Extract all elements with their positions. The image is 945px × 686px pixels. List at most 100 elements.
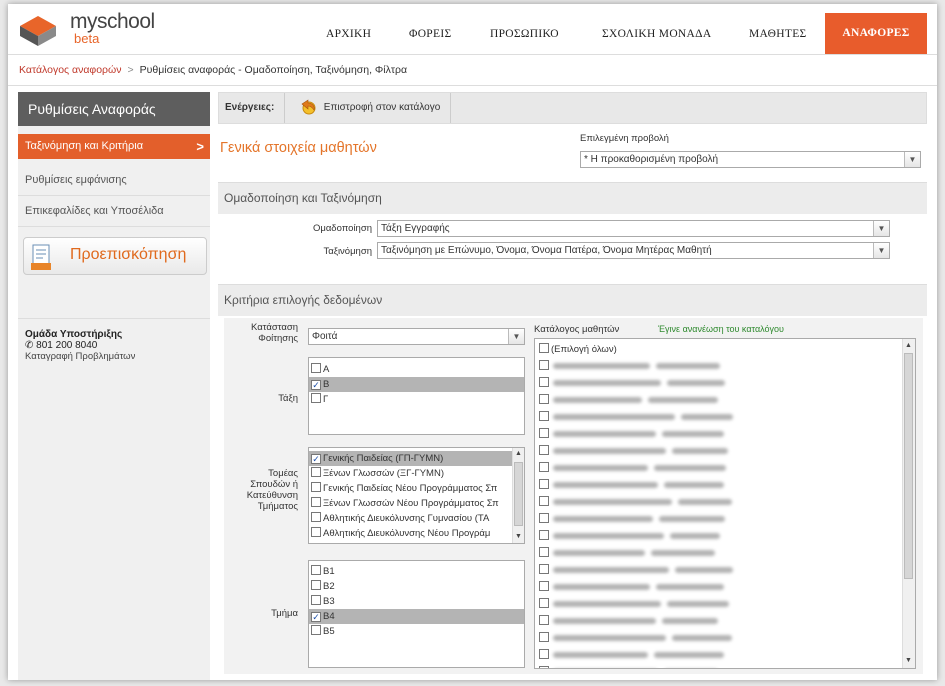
student-item[interactable] <box>537 613 901 630</box>
list-item[interactable]: ✓ Β4 <box>309 609 524 624</box>
student-item[interactable] <box>537 630 901 647</box>
list-item[interactable]: ✓ Γενικής Παιδείας (ΓΠ-ΓΥΜΝ) <box>309 451 513 466</box>
checkbox[interactable] <box>311 467 321 477</box>
nav-school-unit[interactable]: ΣΧΟΛΙΚΗ ΜΟΝΑΔΑ <box>602 14 711 54</box>
checkbox-checked[interactable]: ✓ <box>311 612 321 622</box>
list-item[interactable]: Α <box>309 362 524 377</box>
checkbox[interactable] <box>539 377 549 387</box>
checkbox[interactable] <box>539 649 549 659</box>
sector-listbox[interactable]: ✓ Γενικής Παιδείας (ΓΠ-ΓΥΜΝ) Ξένων Γλωσσώ… <box>308 447 525 544</box>
student-item[interactable] <box>537 647 901 664</box>
checkbox[interactable] <box>539 360 549 370</box>
nav-students[interactable]: ΜΑΘΗΤΕΣ <box>749 14 807 54</box>
checkbox[interactable] <box>539 530 549 540</box>
status-select[interactable]: Φοιτά ▼ <box>308 328 525 345</box>
section-listbox[interactable]: Β1 Β2 Β3 ✓ Β4 Β5 <box>308 560 525 668</box>
student-item[interactable] <box>537 545 901 562</box>
student-item[interactable] <box>537 562 901 579</box>
scrollbar-thumb[interactable] <box>514 462 523 526</box>
preview-button[interactable]: Προεπισκόπηση <box>23 237 207 275</box>
checkbox[interactable] <box>539 547 549 557</box>
checkbox[interactable] <box>539 479 549 489</box>
main-content: Ενέργειες: Επιστροφή στον κατάλογο Γενικ… <box>218 92 927 680</box>
list-item[interactable]: Γ <box>309 392 524 407</box>
sidebar-item-headers-footers[interactable]: Επικεφαλίδες και Υποσέλιδα <box>18 196 210 227</box>
student-item[interactable] <box>537 358 901 375</box>
student-item[interactable] <box>537 375 901 392</box>
list-item[interactable]: Β1 <box>309 564 524 579</box>
report-problem-link[interactable]: Καταγραφή Προβλημάτων <box>25 351 210 362</box>
checkbox[interactable] <box>539 513 549 523</box>
checkbox[interactable] <box>311 512 321 522</box>
checkbox[interactable] <box>311 497 321 507</box>
student-item[interactable] <box>537 494 901 511</box>
list-item[interactable]: Β2 <box>309 579 524 594</box>
back-to-catalog-button[interactable]: Επιστροφή στον κατάλογο <box>284 93 452 123</box>
student-item[interactable] <box>537 409 901 426</box>
grouping-select[interactable]: Τάξη Εγγραφής ▼ <box>377 220 890 237</box>
student-item[interactable] <box>537 426 901 443</box>
nav-bodies[interactable]: ΦΟΡΕΙΣ <box>409 14 451 54</box>
list-item[interactable]: Β5 <box>309 624 524 639</box>
scroll-down-icon[interactable]: ▼ <box>513 531 524 543</box>
sorting-select[interactable]: Ταξινόμηση με Επώνυμο, Όνομα, Όνομα Πατέ… <box>377 242 890 259</box>
scrollbar-thumb[interactable] <box>904 353 913 579</box>
student-item[interactable] <box>537 443 901 460</box>
select-all-item[interactable]: (Επιλογή όλων) <box>537 341 901 358</box>
checkbox[interactable] <box>539 632 549 642</box>
scroll-up-icon[interactable]: ▲ <box>513 448 524 460</box>
nav-staff[interactable]: ΠΡΟΣΩΠΙΚΟ <box>490 14 559 54</box>
checkbox[interactable] <box>539 411 549 421</box>
checkbox[interactable] <box>311 565 321 575</box>
list-item[interactable]: ✓ Β <box>309 377 524 392</box>
list-item[interactable]: Ξένων Γλωσσών Νέου Προγράμματος Σπ <box>309 496 513 511</box>
student-item[interactable] <box>537 596 901 613</box>
student-item[interactable] <box>537 664 901 668</box>
checkbox[interactable] <box>311 393 321 403</box>
sector-scrollbar[interactable]: ▲ ▼ <box>512 448 524 543</box>
scroll-down-icon[interactable]: ▼ <box>903 655 914 667</box>
student-item[interactable] <box>537 511 901 528</box>
scroll-up-icon[interactable]: ▲ <box>903 340 914 352</box>
student-item[interactable] <box>537 392 901 409</box>
checkbox[interactable] <box>539 496 549 506</box>
student-item[interactable] <box>537 460 901 477</box>
sidebar-item-display-settings[interactable]: Ρυθμίσεις εμφάνισης <box>18 165 210 196</box>
checkbox[interactable] <box>539 462 549 472</box>
checkbox[interactable] <box>311 527 321 537</box>
checkbox[interactable] <box>539 428 549 438</box>
checkbox[interactable] <box>539 666 549 668</box>
view-select[interactable]: * Η προκαθορισμένη προβολή ▼ <box>580 151 921 168</box>
nav-reports[interactable]: ΑΝΑΦΟΡΕΣ <box>825 13 927 55</box>
student-item[interactable] <box>537 528 901 545</box>
nav-home[interactable]: ΑΡΧΙΚΗ <box>326 14 371 54</box>
class-listbox[interactable]: Α ✓ Β Γ <box>308 357 525 435</box>
student-item[interactable] <box>537 579 901 596</box>
breadcrumb-link[interactable]: Κατάλογος αναφορών <box>19 64 121 76</box>
list-item[interactable]: Γενικής Παιδείας Νέου Προγράμματος Σπ <box>309 481 513 496</box>
checkbox[interactable] <box>539 615 549 625</box>
checkbox[interactable] <box>539 581 549 591</box>
checkbox[interactable] <box>539 564 549 574</box>
checkbox[interactable] <box>539 598 549 608</box>
checkbox[interactable] <box>311 625 321 635</box>
checkbox-checked[interactable]: ✓ <box>311 454 321 464</box>
checkbox[interactable] <box>311 595 321 605</box>
checkbox[interactable] <box>539 445 549 455</box>
checkbox[interactable] <box>311 363 321 373</box>
list-item[interactable]: Αθλητικής Διευκόλυνσης Νέου Προγράμ <box>309 526 513 541</box>
students-scrollbar[interactable]: ▲ ▼ <box>902 339 915 668</box>
redacted-name <box>553 499 672 506</box>
list-item[interactable]: Ξένων Γλωσσών (ΞΓ-ΓΥΜΝ) <box>309 466 513 481</box>
students-listbox[interactable]: (Επιλογή όλων) ▲ ▼ <box>534 338 916 669</box>
sidebar-item-sorting-criteria[interactable]: Ταξινόμηση και Κριτήρια > <box>18 134 210 159</box>
checkbox-checked[interactable]: ✓ <box>311 380 321 390</box>
list-item[interactable]: Β3 <box>309 594 524 609</box>
checkbox[interactable] <box>311 482 321 492</box>
list-item[interactable]: Αθλητικής Διευκόλυνσης Γυμνασίου (ΤΑ <box>309 511 513 526</box>
checkbox[interactable] <box>539 394 549 404</box>
checkbox[interactable] <box>311 580 321 590</box>
status-label: Κατάσταση Φοίτησης <box>226 322 298 344</box>
checkbox[interactable] <box>539 343 549 353</box>
student-item[interactable] <box>537 477 901 494</box>
